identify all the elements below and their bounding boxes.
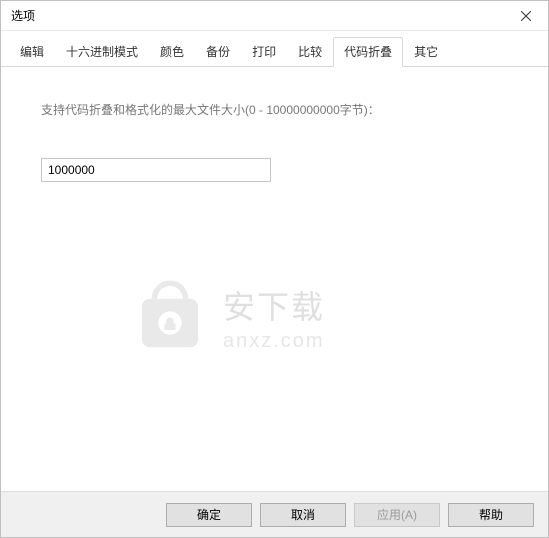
titlebar: 选项 (1, 1, 548, 31)
tab-bar: 编辑 十六进制模式 颜色 备份 打印 比较 代码折叠 其它 (1, 31, 548, 67)
watermark-line1: 安下载 (223, 282, 325, 328)
tab-compare[interactable]: 比较 (287, 37, 333, 67)
shopping-bag-icon (131, 277, 209, 358)
max-file-size-label: 支持代码折叠和格式化的最大文件大小(0 - 10000000000字节)： (41, 101, 508, 118)
tab-print[interactable]: 打印 (241, 37, 287, 67)
ok-button[interactable]: 确定 (166, 503, 252, 527)
cancel-button[interactable]: 取消 (260, 503, 346, 527)
tab-other[interactable]: 其它 (403, 37, 449, 67)
close-button[interactable] (504, 1, 548, 31)
watermark-line2: anxz.com (223, 330, 325, 353)
content-area: 支持代码折叠和格式化的最大文件大小(0 - 10000000000字节)： 安下… (1, 67, 548, 491)
tab-hex-mode[interactable]: 十六进制模式 (55, 37, 149, 67)
help-button[interactable]: 帮助 (448, 503, 534, 527)
button-bar: 确定 取消 应用(A) 帮助 (1, 491, 548, 537)
options-dialog: 选项 编辑 十六进制模式 颜色 备份 打印 比较 代码折叠 其它 支持代码折叠和… (0, 0, 549, 538)
close-icon (521, 11, 531, 21)
tab-edit[interactable]: 编辑 (9, 37, 55, 67)
window-title: 选项 (11, 7, 35, 24)
tab-code-folding[interactable]: 代码折叠 (333, 37, 403, 67)
tab-backup[interactable]: 备份 (195, 37, 241, 67)
tab-color[interactable]: 颜色 (149, 37, 195, 67)
max-file-size-input[interactable] (41, 158, 271, 182)
watermark-text: 安下载 anxz.com (223, 282, 325, 353)
apply-button[interactable]: 应用(A) (354, 503, 440, 527)
watermark: 安下载 anxz.com (131, 277, 325, 358)
